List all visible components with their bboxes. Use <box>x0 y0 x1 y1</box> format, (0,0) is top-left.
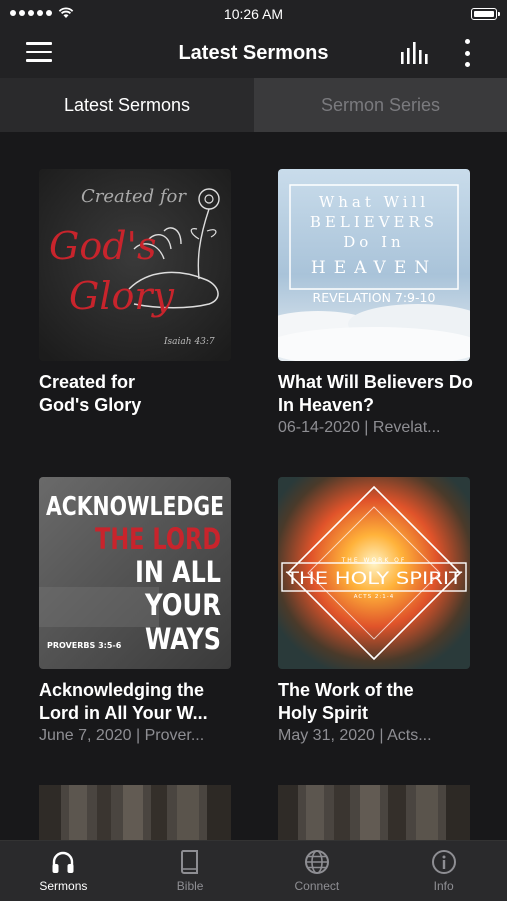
art-text: WAYS <box>145 622 221 656</box>
art-text: God's <box>49 224 157 268</box>
sermon-card[interactable]: Created for God's Glory Isaiah 43:7 Crea… <box>39 169 239 417</box>
sermon-artwork: ACKNOWLEDGE THE LORD IN ALL YOUR WAYS PR… <box>39 477 231 669</box>
sermon-artwork: Created for God's Glory Isaiah 43:7 <box>39 169 231 361</box>
sermon-meta: June 7, 2020 | Prover... <box>39 727 205 744</box>
menu-icon[interactable] <box>26 42 52 62</box>
headphones-icon <box>52 851 74 873</box>
art-text: Glory <box>69 274 175 318</box>
book-icon <box>181 850 199 874</box>
audio-bars-icon[interactable] <box>400 42 428 64</box>
art-text: THE HOLY SPIRIT <box>285 569 463 589</box>
art-text: YOUR <box>144 588 221 622</box>
battery-icon <box>471 8 500 20</box>
art-text: REVELATION 7:9-10 <box>313 290 436 305</box>
tab-info[interactable]: Info <box>380 841 507 901</box>
sermon-artwork-partial[interactable] <box>39 785 231 840</box>
art-text: THE WORK OF <box>341 557 407 564</box>
tab-connect[interactable]: Connect <box>254 841 381 901</box>
sermon-title: The Work of the Holy Spirit <box>278 680 414 723</box>
globe-icon <box>304 850 329 874</box>
sermon-card[interactable]: ACKNOWLEDGE THE LORD IN ALL YOUR WAYS PR… <box>39 477 239 745</box>
segment-tabs: Latest Sermons Sermon Series <box>0 78 507 132</box>
art-text: PROVERBS 3:5-6 <box>47 641 122 650</box>
tab-label: Bible <box>176 879 204 893</box>
tab-latest-sermons[interactable]: Latest Sermons <box>0 78 254 132</box>
sermon-artwork: THE WORK OF THE HOLY SPIRIT ACTS 2:1-4 <box>278 477 470 669</box>
art-text: HEAVEN <box>311 258 437 278</box>
sermon-meta: 06-14-2020 | Revelat... <box>278 419 441 436</box>
tab-sermon-series[interactable]: Sermon Series <box>254 78 507 132</box>
signal-icon <box>10 10 52 16</box>
more-options-icon[interactable] <box>463 39 471 67</box>
info-icon <box>431 850 456 874</box>
sermon-title: Acknowledging the Lord in All Your W... <box>39 680 208 723</box>
page-title: Latest Sermons <box>178 41 329 64</box>
tab-bible[interactable]: Bible <box>127 841 254 901</box>
art-text: Do In <box>343 233 404 251</box>
tab-label: Connect <box>294 879 340 893</box>
sermon-grid: Created for God's Glory Isaiah 43:7 Crea… <box>0 132 507 840</box>
art-text: ACKNOWLEDGE <box>46 492 224 522</box>
signal-wifi <box>10 7 74 19</box>
sermon-artwork-partial[interactable] <box>278 785 470 840</box>
tab-label: Info <box>433 879 454 893</box>
sermon-title: Created for God's Glory <box>39 372 142 415</box>
wifi-icon <box>58 7 74 18</box>
art-text: Created for <box>81 186 187 207</box>
art-text: ACTS 2:1-4 <box>354 594 394 600</box>
art-text: What Will <box>319 193 429 211</box>
art-text: IN ALL <box>135 555 221 589</box>
sermon-title: What Will Believers Do In Heaven? <box>278 372 473 415</box>
sermon-card[interactable]: THE WORK OF THE HOLY SPIRIT ACTS 2:1-4 T… <box>278 477 478 745</box>
status-bar: 10:26 AM <box>0 0 507 28</box>
tab-sermons[interactable]: Sermons <box>0 841 127 901</box>
art-text: THE LORD <box>95 522 221 556</box>
art-text: Isaiah 43:7 <box>163 337 215 347</box>
status-time: 10:26 AM <box>223 6 284 22</box>
sermon-card[interactable]: What Will BELIEVERS Do In HEAVEN REVELAT… <box>278 169 478 437</box>
app-header: Latest Sermons <box>0 28 507 78</box>
tab-label: Sermons <box>39 879 88 893</box>
sermon-meta: May 31, 2020 | Acts... <box>278 727 432 744</box>
sermon-artwork: What Will BELIEVERS Do In HEAVEN REVELAT… <box>278 169 470 361</box>
bottom-tab-bar: Sermons Bible Connect Info <box>0 840 507 901</box>
art-text: BELIEVERS <box>310 213 438 231</box>
